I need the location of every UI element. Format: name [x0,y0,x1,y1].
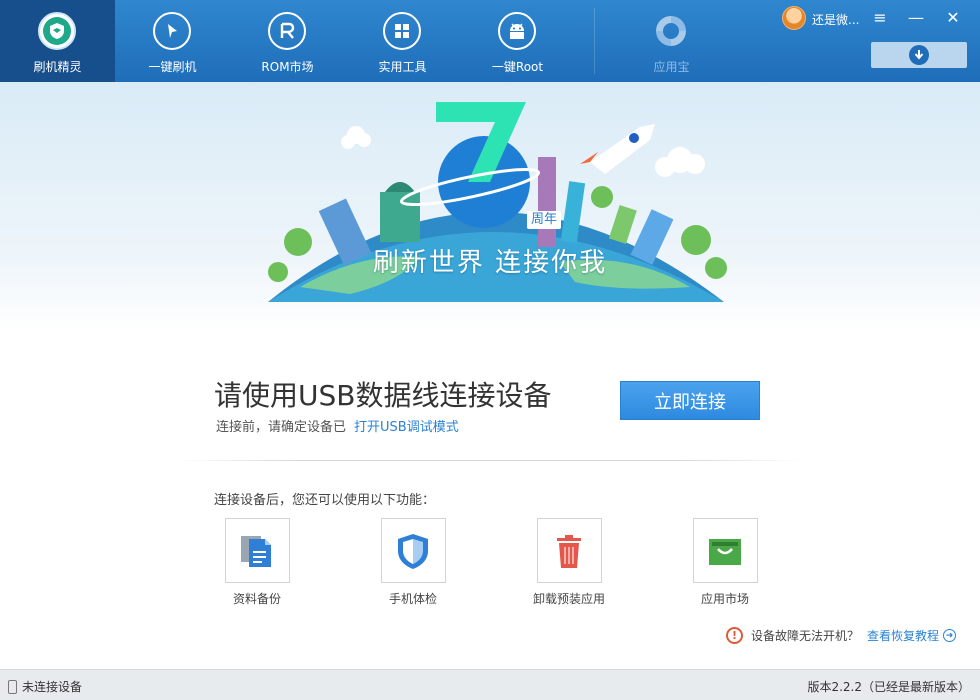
anniversary-badge: 周年 [527,211,561,229]
recovery-tutorial-link[interactable]: 查看恢复教程 [867,627,939,644]
avatar [782,6,806,30]
feature-tile [692,518,758,583]
download-icon [909,45,929,65]
nav-label: 实用工具 [378,60,427,74]
trash-icon [557,534,581,568]
minimize-icon[interactable]: — [905,6,927,28]
nav-label: 一键刷机 [148,60,197,74]
arrow-right-icon[interactable]: ➜ [943,629,957,642]
nav-label: 刷机精灵 [33,60,82,74]
rom-icon [268,12,306,50]
nav-label: ROM市场 [261,60,314,74]
shopping-bag-icon [709,538,741,565]
feature-tile [536,518,602,583]
app-store-icon [652,12,690,50]
shield-check-icon [398,533,428,569]
nav-item-app-store[interactable]: 应用宝 [614,0,729,82]
feature-label: 手机体检 [388,592,437,606]
nav-item-flash-wizard[interactable]: 刷机精灵 [0,0,115,82]
banner-illustration [268,102,727,302]
feature-label: 资料备份 [232,592,281,606]
close-icon[interactable]: ✕ [942,6,964,28]
document-backup-icon [241,535,271,567]
feature-label: 应用市场 [700,592,749,606]
nav-item-one-click-root[interactable]: 一键Root [460,0,575,82]
nav-item-tools[interactable]: 实用工具 [345,0,460,82]
connect-subtitle-text: 连接前，请确定设备已 [216,420,347,435]
nav-label: 一键Root [491,60,544,74]
user-account[interactable]: 还是微... [782,6,872,32]
feature-phone-checkup[interactable]: 手机体检 [363,518,463,607]
connect-now-button[interactable]: 立即连接 [620,381,760,420]
feature-tile [380,518,446,583]
device-status: 未连接设备 [8,678,82,695]
usb-debug-link[interactable]: 打开USB调试模式 [354,420,459,435]
nav-label: 应用宝 [653,60,690,74]
cursor-icon [153,12,191,50]
warning-icon: ! [726,627,743,644]
banner-slogan: 刷新世界 连接你我 [372,248,608,278]
download-manager-button[interactable] [871,42,967,68]
feature-label: 卸载预装应用 [532,592,605,606]
feature-app-market[interactable]: 应用市场 [675,518,775,607]
nav-divider [594,8,595,74]
help-text: 设备故障无法开机？ [751,629,860,643]
features-heading: 连接设备后，您还可以使用以下功能： [214,493,436,508]
divider [176,460,804,461]
phone-icon [8,679,17,694]
banner: 周年 刷新世界 连接你我 [0,82,980,332]
feature-data-backup[interactable]: 资料备份 [207,518,307,607]
grid-icon [383,12,421,50]
version-info: 版本2.2.2（已经是最新版本） [807,680,970,694]
connect-subtitle: 连接前，请确定设备已 打开USB调试模式 [216,416,459,435]
menu-icon[interactable]: ≡ [869,6,891,28]
connect-title: 请使用USB数据线连接设备 [214,379,552,412]
android-icon [498,12,536,50]
nav-item-rom-market[interactable]: ROM市场 [230,0,345,82]
device-status-text: 未连接设备 [22,680,83,694]
nav-item-one-click-flash[interactable]: 一键刷机 [115,0,230,82]
user-name: 还是微... [812,13,860,27]
recovery-help: ! 设备故障无法开机？ 查看恢复教程 ➜ [726,627,957,644]
shield-icon [38,12,76,50]
top-nav-bar: 刷机精灵 一键刷机 ROM市场 实用工具 一键Root 应用宝 还是微... ≡ [0,0,980,82]
status-bar: 未连接设备 版本2.2.2（已经是最新版本） [0,669,980,700]
feature-uninstall-preinstalled[interactable]: 卸载预装应用 [519,518,619,607]
feature-tile [224,518,290,583]
